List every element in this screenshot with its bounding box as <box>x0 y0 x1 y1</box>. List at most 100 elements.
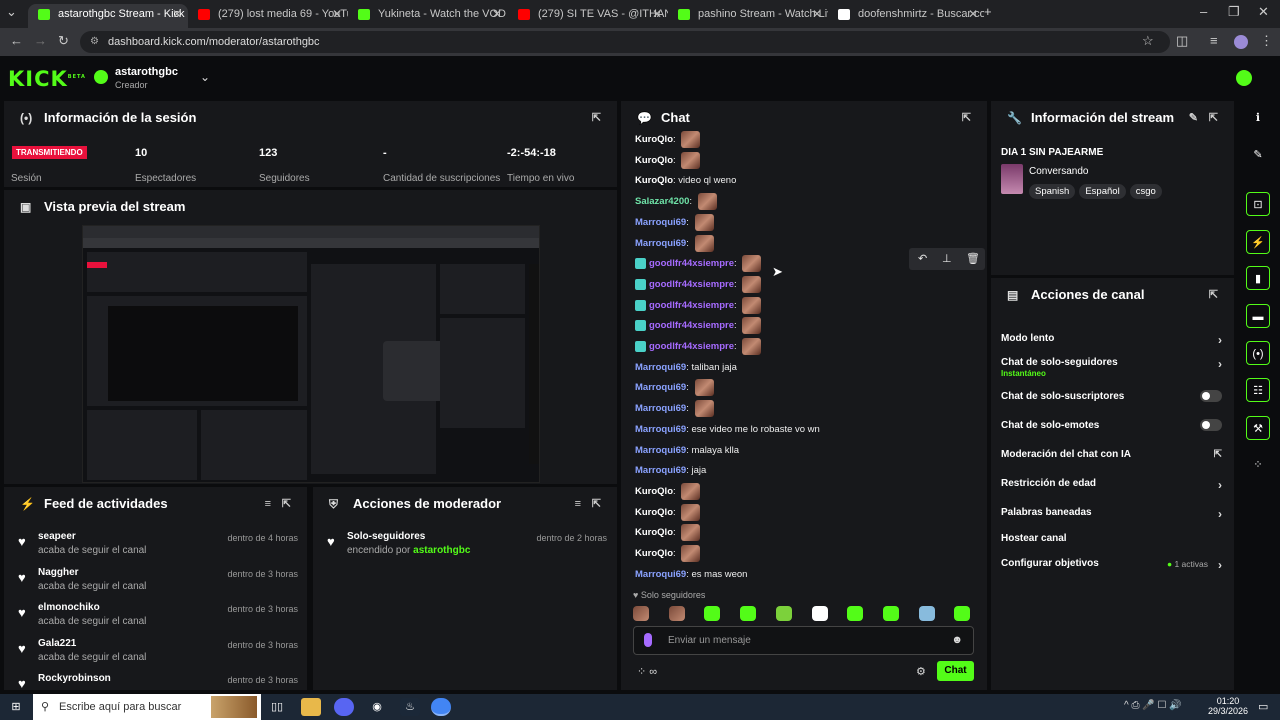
mic-icon[interactable] <box>644 633 652 647</box>
channel-action-row[interactable]: Restricción de edad › <box>1001 478 1222 492</box>
chat-message[interactable]: Marroqui69: es mas weon <box>635 566 747 584</box>
emote-button[interactable] <box>882 606 899 621</box>
media-icon[interactable]: ≡ <box>1210 33 1218 48</box>
chat-message[interactable]: Marroqui69: <box>635 379 714 397</box>
chat-username[interactable]: KuroQlo <box>635 548 673 559</box>
site-info-icon[interactable]: ⚙ <box>90 31 99 53</box>
new-tab-icon[interactable]: + <box>984 4 992 19</box>
chevron-right-icon[interactable]: › <box>1218 333 1222 347</box>
chat-message[interactable]: KuroQlo: <box>635 151 701 170</box>
chat-username[interactable]: Salazar4200 <box>635 196 689 207</box>
stream-tag[interactable]: Spanish <box>1029 184 1076 199</box>
chat-username[interactable]: Marroqui69 <box>635 403 686 414</box>
menu-icon[interactable]: ⋮ <box>1260 33 1273 49</box>
edit-pencil-icon[interactable]: ✎ <box>1189 101 1198 135</box>
profile-avatar-icon[interactable] <box>1234 35 1248 49</box>
channel-switch-chevron-icon[interactable]: ⌄ <box>200 70 210 84</box>
chevron-right-icon[interactable]: › <box>1218 558 1222 572</box>
chat-input[interactable]: Enviar un mensaje ☻ <box>633 626 974 655</box>
emote-button[interactable] <box>668 606 685 621</box>
channel-action-row[interactable]: Configurar objetivos › ● 1 activas <box>1001 558 1222 572</box>
chat-message[interactable]: KuroQlo: video ql weno <box>635 172 736 190</box>
chrome-icon[interactable] <box>431 698 451 716</box>
browser-tab[interactable]: (279) lost media 69 - YouTube✕ <box>188 4 348 28</box>
browser-tab[interactable]: Yukineta - Watch the VOD on K✕ <box>348 4 508 28</box>
popout-icon[interactable]: ⇱ <box>962 101 971 135</box>
chat-message[interactable]: KuroQlo: <box>635 503 701 522</box>
stream-tag[interactable]: csgo <box>1129 184 1162 199</box>
channel-action-row[interactable]: Modo lento › <box>1001 333 1222 347</box>
capture-icon[interactable]: ⊡ <box>1246 192 1270 216</box>
emote-button[interactable] <box>704 606 721 621</box>
chat-username[interactable]: KuroQlo <box>635 527 673 538</box>
chat-username[interactable]: goodlfr44xsiempre <box>649 341 734 352</box>
maximize-icon[interactable]: ❐ <box>1228 4 1240 20</box>
stream-preview-video[interactable] <box>82 225 540 483</box>
chevron-right-icon[interactable]: › <box>1218 357 1222 371</box>
chat-username[interactable]: Marroqui69 <box>635 238 686 249</box>
chat-username[interactable]: Marroqui69 <box>635 362 686 373</box>
popout-icon[interactable]: ⇱ <box>592 101 601 135</box>
chat-username[interactable]: Marroqui69 <box>635 445 686 456</box>
chat-username[interactable]: goodlfr44xsiempre <box>649 300 734 311</box>
bookmark-star-icon[interactable]: ☆ <box>1142 33 1154 49</box>
chat-message[interactable]: KuroQlo: <box>635 482 701 501</box>
chat-message[interactable]: goodlfr44xsiempre: <box>635 255 762 273</box>
chat-message[interactable]: Marroqui69: taliban jaja <box>635 359 737 377</box>
popout-icon[interactable]: ⇱ <box>1209 101 1218 135</box>
channel-action-row[interactable]: Hostear canal <box>1001 533 1222 544</box>
reload-icon[interactable]: ↻ <box>58 33 69 49</box>
steam-icon[interactable]: ♨ <box>400 698 420 716</box>
edit-icon[interactable]: ✎ <box>1246 143 1270 167</box>
emoji-icon[interactable]: ☻ <box>951 634 963 646</box>
toggle-switch[interactable] <box>1200 419 1222 431</box>
tab-close-icon[interactable]: ✕ <box>172 4 182 24</box>
popout-icon[interactable]: ⇱ <box>282 487 291 521</box>
send-chat-button[interactable]: Chat <box>937 661 974 681</box>
chat-username[interactable]: KuroQlo <box>635 175 673 186</box>
browser-tab[interactable]: pashino Stream - Watch Live on✕ <box>668 4 828 28</box>
forward-icon[interactable]: → <box>34 33 47 48</box>
tab-close-icon[interactable]: ✕ <box>652 4 662 24</box>
chat-message[interactable]: Marroqui69: ese video me lo robaste vo w… <box>635 421 820 439</box>
obs-icon[interactable]: ◉ <box>367 698 387 716</box>
tab-close-icon[interactable]: ✕ <box>968 4 978 24</box>
emote-button[interactable] <box>775 606 792 621</box>
chat-message[interactable]: Marroqui69: <box>635 400 714 418</box>
reply-icon[interactable]: ↶ <box>918 252 927 265</box>
chat-username[interactable]: KuroQlo <box>635 486 673 497</box>
chevron-right-icon[interactable]: › <box>1218 507 1222 521</box>
channel-action-row[interactable]: Chat de solo-emotes <box>1001 419 1222 431</box>
chat-username[interactable]: Marroqui69 <box>635 465 686 476</box>
back-icon[interactable]: ← <box>10 33 23 48</box>
sliders-tool-icon[interactable]: ☷ <box>1246 378 1270 402</box>
chat-username[interactable]: Marroqui69 <box>635 424 686 435</box>
file-explorer-icon[interactable] <box>301 698 321 716</box>
chat-message[interactable]: Salazar4200: <box>635 193 717 211</box>
channel-action-row[interactable]: Moderación del chat con IA ⇱ <box>1001 449 1222 460</box>
wrench-tool-icon[interactable]: ⚒ <box>1246 416 1270 440</box>
clipboard-icon[interactable]: ▮ <box>1246 266 1270 290</box>
chat-tool-icon[interactable]: ▬ <box>1246 304 1270 328</box>
chevron-right-icon[interactable]: › <box>1218 478 1222 492</box>
chat-message[interactable]: KuroQlo: <box>635 131 701 149</box>
settings-gear-icon[interactable]: ⚙ <box>916 665 926 678</box>
emote-button[interactable] <box>847 606 864 621</box>
minimize-icon[interactable]: – <box>1200 4 1207 19</box>
emote-button[interactable] <box>954 606 971 621</box>
channel-avatar[interactable] <box>94 70 108 84</box>
broadcast-tool-icon[interactable]: (•) <box>1246 341 1270 365</box>
notifications-icon[interactable]: ▭ <box>1258 700 1268 713</box>
channel-action-row[interactable]: Palabras baneadas › <box>1001 507 1222 521</box>
emote-button[interactable] <box>633 606 649 621</box>
tab-close-icon[interactable]: ✕ <box>332 4 342 24</box>
chat-message[interactable]: Marroqui69: <box>635 234 714 253</box>
loyalty-icon[interactable]: ⁘ ∞ <box>637 665 657 678</box>
emote-button[interactable] <box>740 606 757 621</box>
emote-button[interactable] <box>918 606 935 621</box>
channel-action-row[interactable]: Chat de solo-seguidores Instantáneo › <box>1001 357 1222 378</box>
windows-start-icon[interactable]: ⊞ <box>6 698 26 716</box>
extensions-icon[interactable]: ◫ <box>1176 33 1188 49</box>
clock[interactable]: 01:20 29/3/2026 <box>1208 696 1248 716</box>
channel-action-row[interactable]: Chat de solo-suscriptores <box>1001 390 1222 402</box>
